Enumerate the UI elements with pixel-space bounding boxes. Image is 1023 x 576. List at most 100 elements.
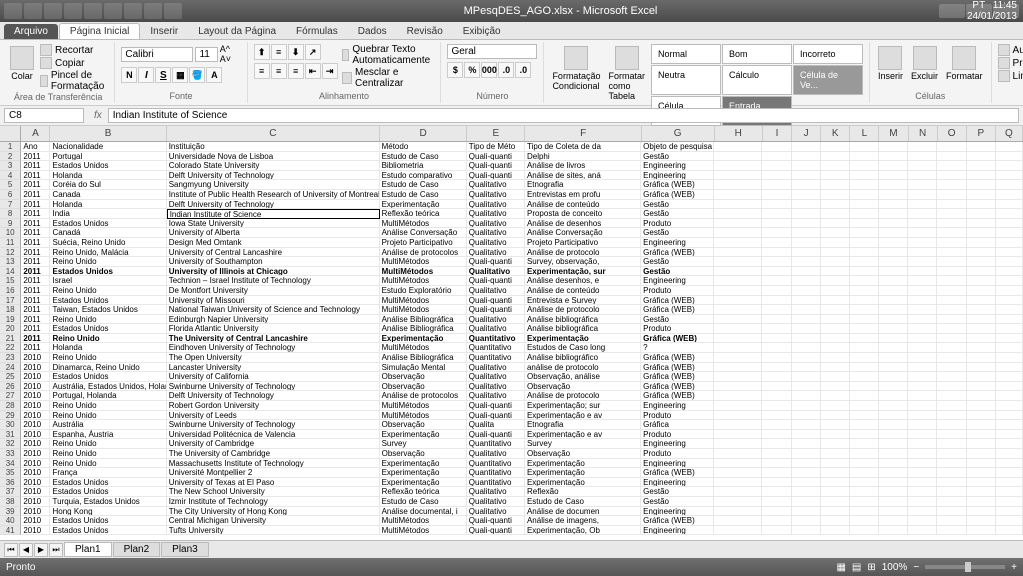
cell[interactable]: Produto	[641, 449, 714, 459]
cell[interactable]: Análise Conversação	[380, 228, 467, 238]
cell[interactable]	[850, 459, 879, 469]
cell[interactable]: Estados Unidos	[50, 296, 166, 306]
cell[interactable]: Qualitativo	[467, 391, 525, 401]
tab-data[interactable]: Dados	[348, 24, 397, 39]
cell[interactable]	[792, 267, 821, 277]
format-cells-button[interactable]: Formatar	[944, 44, 985, 83]
cell[interactable]	[850, 468, 879, 478]
select-all-corner[interactable]	[0, 126, 21, 141]
cell[interactable]	[850, 382, 879, 392]
cell[interactable]	[908, 334, 937, 344]
cell[interactable]	[762, 238, 791, 248]
cell[interactable]: 2010	[21, 487, 50, 497]
cell[interactable]	[908, 209, 937, 219]
qat-icon[interactable]	[104, 3, 122, 19]
cell[interactable]: Ano	[21, 142, 50, 152]
cell[interactable]: Qualitativo	[467, 315, 525, 325]
copy-button[interactable]: Copiar	[40, 57, 108, 69]
cell[interactable]: Portugal	[50, 152, 166, 162]
align-top-button[interactable]: ⬆	[254, 44, 270, 60]
font-name-select[interactable]: Calibri	[121, 47, 193, 62]
cell[interactable]	[908, 257, 937, 267]
cell[interactable]: Turquia, Estados Unidos	[50, 497, 166, 507]
cell[interactable]: Gestão	[641, 209, 714, 219]
cell[interactable]	[967, 315, 996, 325]
format-table-button[interactable]: Formatar como Tabela	[606, 44, 647, 103]
cell[interactable]	[850, 267, 879, 277]
cell[interactable]: Experimentação	[525, 459, 641, 469]
cell[interactable]	[792, 372, 821, 382]
cell[interactable]: Simulação Mental	[380, 363, 467, 373]
cell[interactable]	[908, 238, 937, 248]
cell[interactable]: Qualitativo	[467, 267, 525, 277]
cell[interactable]: Israel	[50, 276, 166, 286]
cell[interactable]: 2010	[21, 516, 50, 526]
cell[interactable]	[937, 391, 966, 401]
cell[interactable]	[714, 296, 763, 306]
column-header[interactable]: N	[909, 126, 938, 141]
cell[interactable]	[850, 171, 879, 181]
cell[interactable]	[792, 315, 821, 325]
cell[interactable]: Estados Unidos	[50, 267, 166, 277]
cell[interactable]	[996, 152, 1023, 162]
cell[interactable]	[821, 391, 850, 401]
cell[interactable]	[821, 305, 850, 315]
cell[interactable]	[937, 382, 966, 392]
cell[interactable]	[908, 190, 937, 200]
cell[interactable]: 2010	[21, 382, 50, 392]
cell[interactable]: Engineering	[641, 238, 714, 248]
cell[interactable]	[879, 372, 908, 382]
cell[interactable]	[996, 401, 1023, 411]
cell[interactable]: MultiMétodos	[380, 276, 467, 286]
cell[interactable]	[879, 401, 908, 411]
cell[interactable]	[937, 180, 966, 190]
row-header[interactable]: 1	[0, 142, 21, 152]
cell[interactable]	[821, 411, 850, 421]
cell[interactable]: MultiMétodos	[380, 526, 467, 536]
cell[interactable]: Análise de conteúdo	[525, 286, 641, 296]
column-header[interactable]: A	[21, 126, 50, 141]
cell[interactable]	[879, 439, 908, 449]
cell[interactable]: 2011	[21, 343, 50, 353]
cell[interactable]: Análise de protocolo	[525, 391, 641, 401]
cell[interactable]	[850, 353, 879, 363]
zoom-out-button[interactable]: −	[913, 562, 919, 573]
cell[interactable]	[792, 248, 821, 258]
cell[interactable]	[850, 449, 879, 459]
cell[interactable]: Reino Unido	[50, 334, 166, 344]
cell[interactable]	[908, 391, 937, 401]
font-color-button[interactable]: A	[206, 67, 222, 83]
row-header[interactable]: 26	[0, 382, 21, 392]
cell[interactable]	[792, 391, 821, 401]
cell[interactable]: Experimentação	[380, 334, 467, 344]
cell[interactable]: Espanha, Áustria	[50, 430, 166, 440]
cell[interactable]	[967, 152, 996, 162]
cell[interactable]: Estados Unidos	[50, 161, 166, 171]
cell[interactable]: Estados Unidos	[50, 324, 166, 334]
row-header[interactable]: 3	[0, 161, 21, 171]
cell[interactable]: Izmir Institute of Technology	[167, 497, 380, 507]
cell[interactable]	[908, 219, 937, 229]
cell[interactable]: Qualitativo	[467, 507, 525, 517]
cell[interactable]	[908, 497, 937, 507]
cell[interactable]	[937, 507, 966, 517]
cell[interactable]: Holanda	[50, 171, 166, 181]
cell[interactable]: University of Central Lancashire	[167, 248, 380, 258]
cell[interactable]	[908, 487, 937, 497]
cell[interactable]: Gráfica (WEB)	[641, 468, 714, 478]
qat-icon[interactable]	[144, 3, 162, 19]
cell[interactable]	[937, 516, 966, 526]
cell[interactable]: Lancaster University	[167, 363, 380, 373]
cell[interactable]: Reflexão teórica	[380, 487, 467, 497]
cell[interactable]: 2010	[21, 507, 50, 517]
cell[interactable]	[937, 209, 966, 219]
cell[interactable]: 2011	[21, 324, 50, 334]
style-incorreto[interactable]: Incorreto	[793, 44, 863, 64]
cell[interactable]: Indian Institute of Science	[167, 209, 380, 219]
cell[interactable]: 2010	[21, 497, 50, 507]
cell[interactable]	[996, 276, 1023, 286]
sheet-nav-last[interactable]: ⏭	[49, 543, 63, 557]
cell[interactable]: Objeto de pesquisa	[641, 142, 714, 152]
cell[interactable]: Análise bibliográfica	[525, 315, 641, 325]
cell[interactable]	[908, 324, 937, 334]
